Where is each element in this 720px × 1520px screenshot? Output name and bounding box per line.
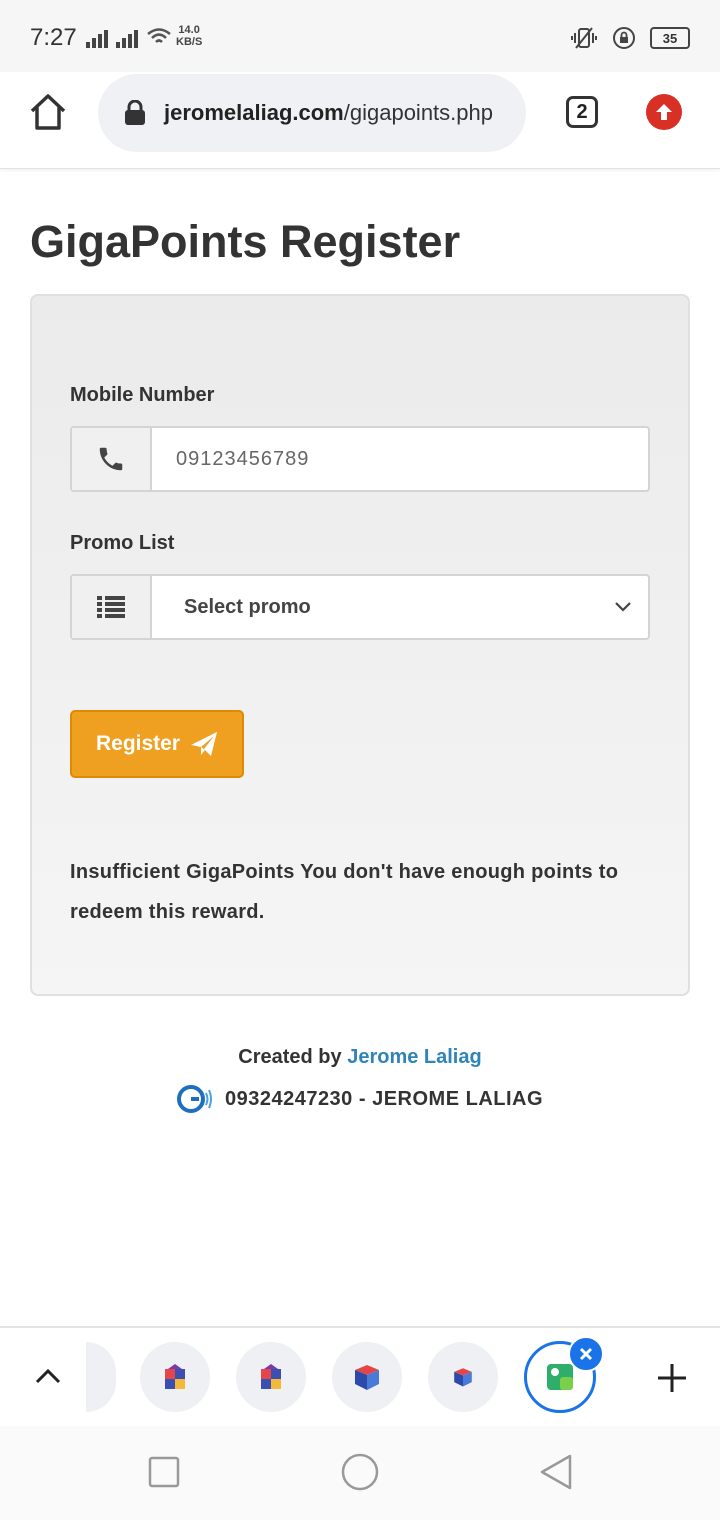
url-text: jeromelaliag.com/gigapoints.php	[164, 100, 493, 126]
created-by-text: Created by	[238, 1046, 342, 1068]
plus-icon[interactable]	[656, 1362, 688, 1394]
gigalife-favicon-icon	[547, 1364, 573, 1390]
net-speed: 14.0 KB/S	[176, 24, 202, 48]
battery-indicator: 35	[650, 27, 690, 49]
tab-strip	[0, 1326, 720, 1428]
list-addon	[72, 576, 152, 638]
tab-thumb-3[interactable]	[332, 1342, 402, 1412]
url-bar[interactable]: jeromelaliag.com/gigapoints.php	[98, 74, 526, 152]
chevron-down-icon	[615, 602, 631, 612]
mobile-number-label: Mobile Number	[70, 384, 215, 406]
register-button-label: Register	[95, 732, 181, 755]
phone-addon	[72, 428, 152, 490]
promo-select[interactable]: Select promo	[152, 576, 648, 638]
close-icon	[579, 1347, 593, 1361]
box-favicon-icon	[355, 1365, 379, 1390]
status-time: 7:27	[30, 24, 77, 51]
box-favicon-icon	[454, 1368, 472, 1387]
promo-list-group: Select promo	[70, 574, 650, 640]
list-icon	[97, 596, 125, 618]
wifi-icon	[147, 28, 171, 43]
phone-icon	[99, 447, 123, 471]
signal-icon-2	[116, 30, 138, 48]
tab-switcher-button[interactable]: 2	[566, 96, 598, 128]
rotation-lock-icon	[613, 27, 635, 49]
paper-plane-icon	[191, 732, 218, 756]
back-icon[interactable]	[538, 1453, 574, 1491]
status-right: 35	[570, 26, 690, 50]
home-nav-icon[interactable]	[341, 1453, 379, 1491]
register-form-card: Mobile Number 09123456789 Promo List Sel…	[30, 294, 690, 996]
mobile-number-input[interactable]: 09123456789	[152, 428, 648, 490]
cube-favicon-icon	[261, 1364, 281, 1389]
mobile-number-group: 09123456789	[70, 426, 650, 492]
contact-text: 09324247230 - JEROME LALIAG	[224, 1087, 544, 1110]
footer-credit: Created by Jerome Laliag	[0, 1046, 720, 1069]
signal-icon	[86, 30, 108, 48]
author-link[interactable]: Jerome Laliag	[347, 1046, 482, 1068]
status-bar: 7:27 14.0 KB/S 35	[0, 0, 720, 72]
arrow-up-icon	[656, 104, 672, 120]
net-speed-value: 14.0	[178, 24, 200, 36]
system-nav-bar	[0, 1426, 720, 1520]
footer-contact: 09324247230 - JEROME LALIAG	[0, 1084, 720, 1114]
tab-thumb-4[interactable]	[428, 1342, 498, 1412]
close-tab-button[interactable]	[568, 1336, 604, 1372]
tab-thumb-2[interactable]	[236, 1342, 306, 1412]
url-path: /gigapoints.php	[343, 100, 493, 125]
browser-toolbar: jeromelaliag.com/gigapoints.php 2	[0, 72, 720, 169]
register-button[interactable]: Register	[70, 710, 244, 778]
tab-thumb-partial[interactable]	[86, 1342, 116, 1412]
cube-favicon-icon	[165, 1364, 185, 1389]
recents-icon[interactable]	[148, 1456, 180, 1488]
chevron-up-icon[interactable]	[34, 1366, 62, 1386]
vibrate-icon	[571, 27, 597, 49]
page-title: GigaPoints Register	[30, 216, 461, 267]
tab-thumb-1[interactable]	[140, 1342, 210, 1412]
insufficient-points-message: Insufficient GigaPoints You don't have e…	[70, 861, 619, 923]
promo-list-label: Promo List	[70, 532, 175, 554]
promo-select-value: Select promo	[184, 595, 311, 618]
net-speed-unit: KB/S	[176, 36, 203, 48]
update-button[interactable]	[646, 94, 682, 130]
gigalife-logo-icon	[176, 1085, 212, 1113]
lock-icon	[125, 100, 145, 125]
url-host: jeromelaliag.com	[164, 100, 344, 125]
home-icon[interactable]	[28, 92, 68, 132]
